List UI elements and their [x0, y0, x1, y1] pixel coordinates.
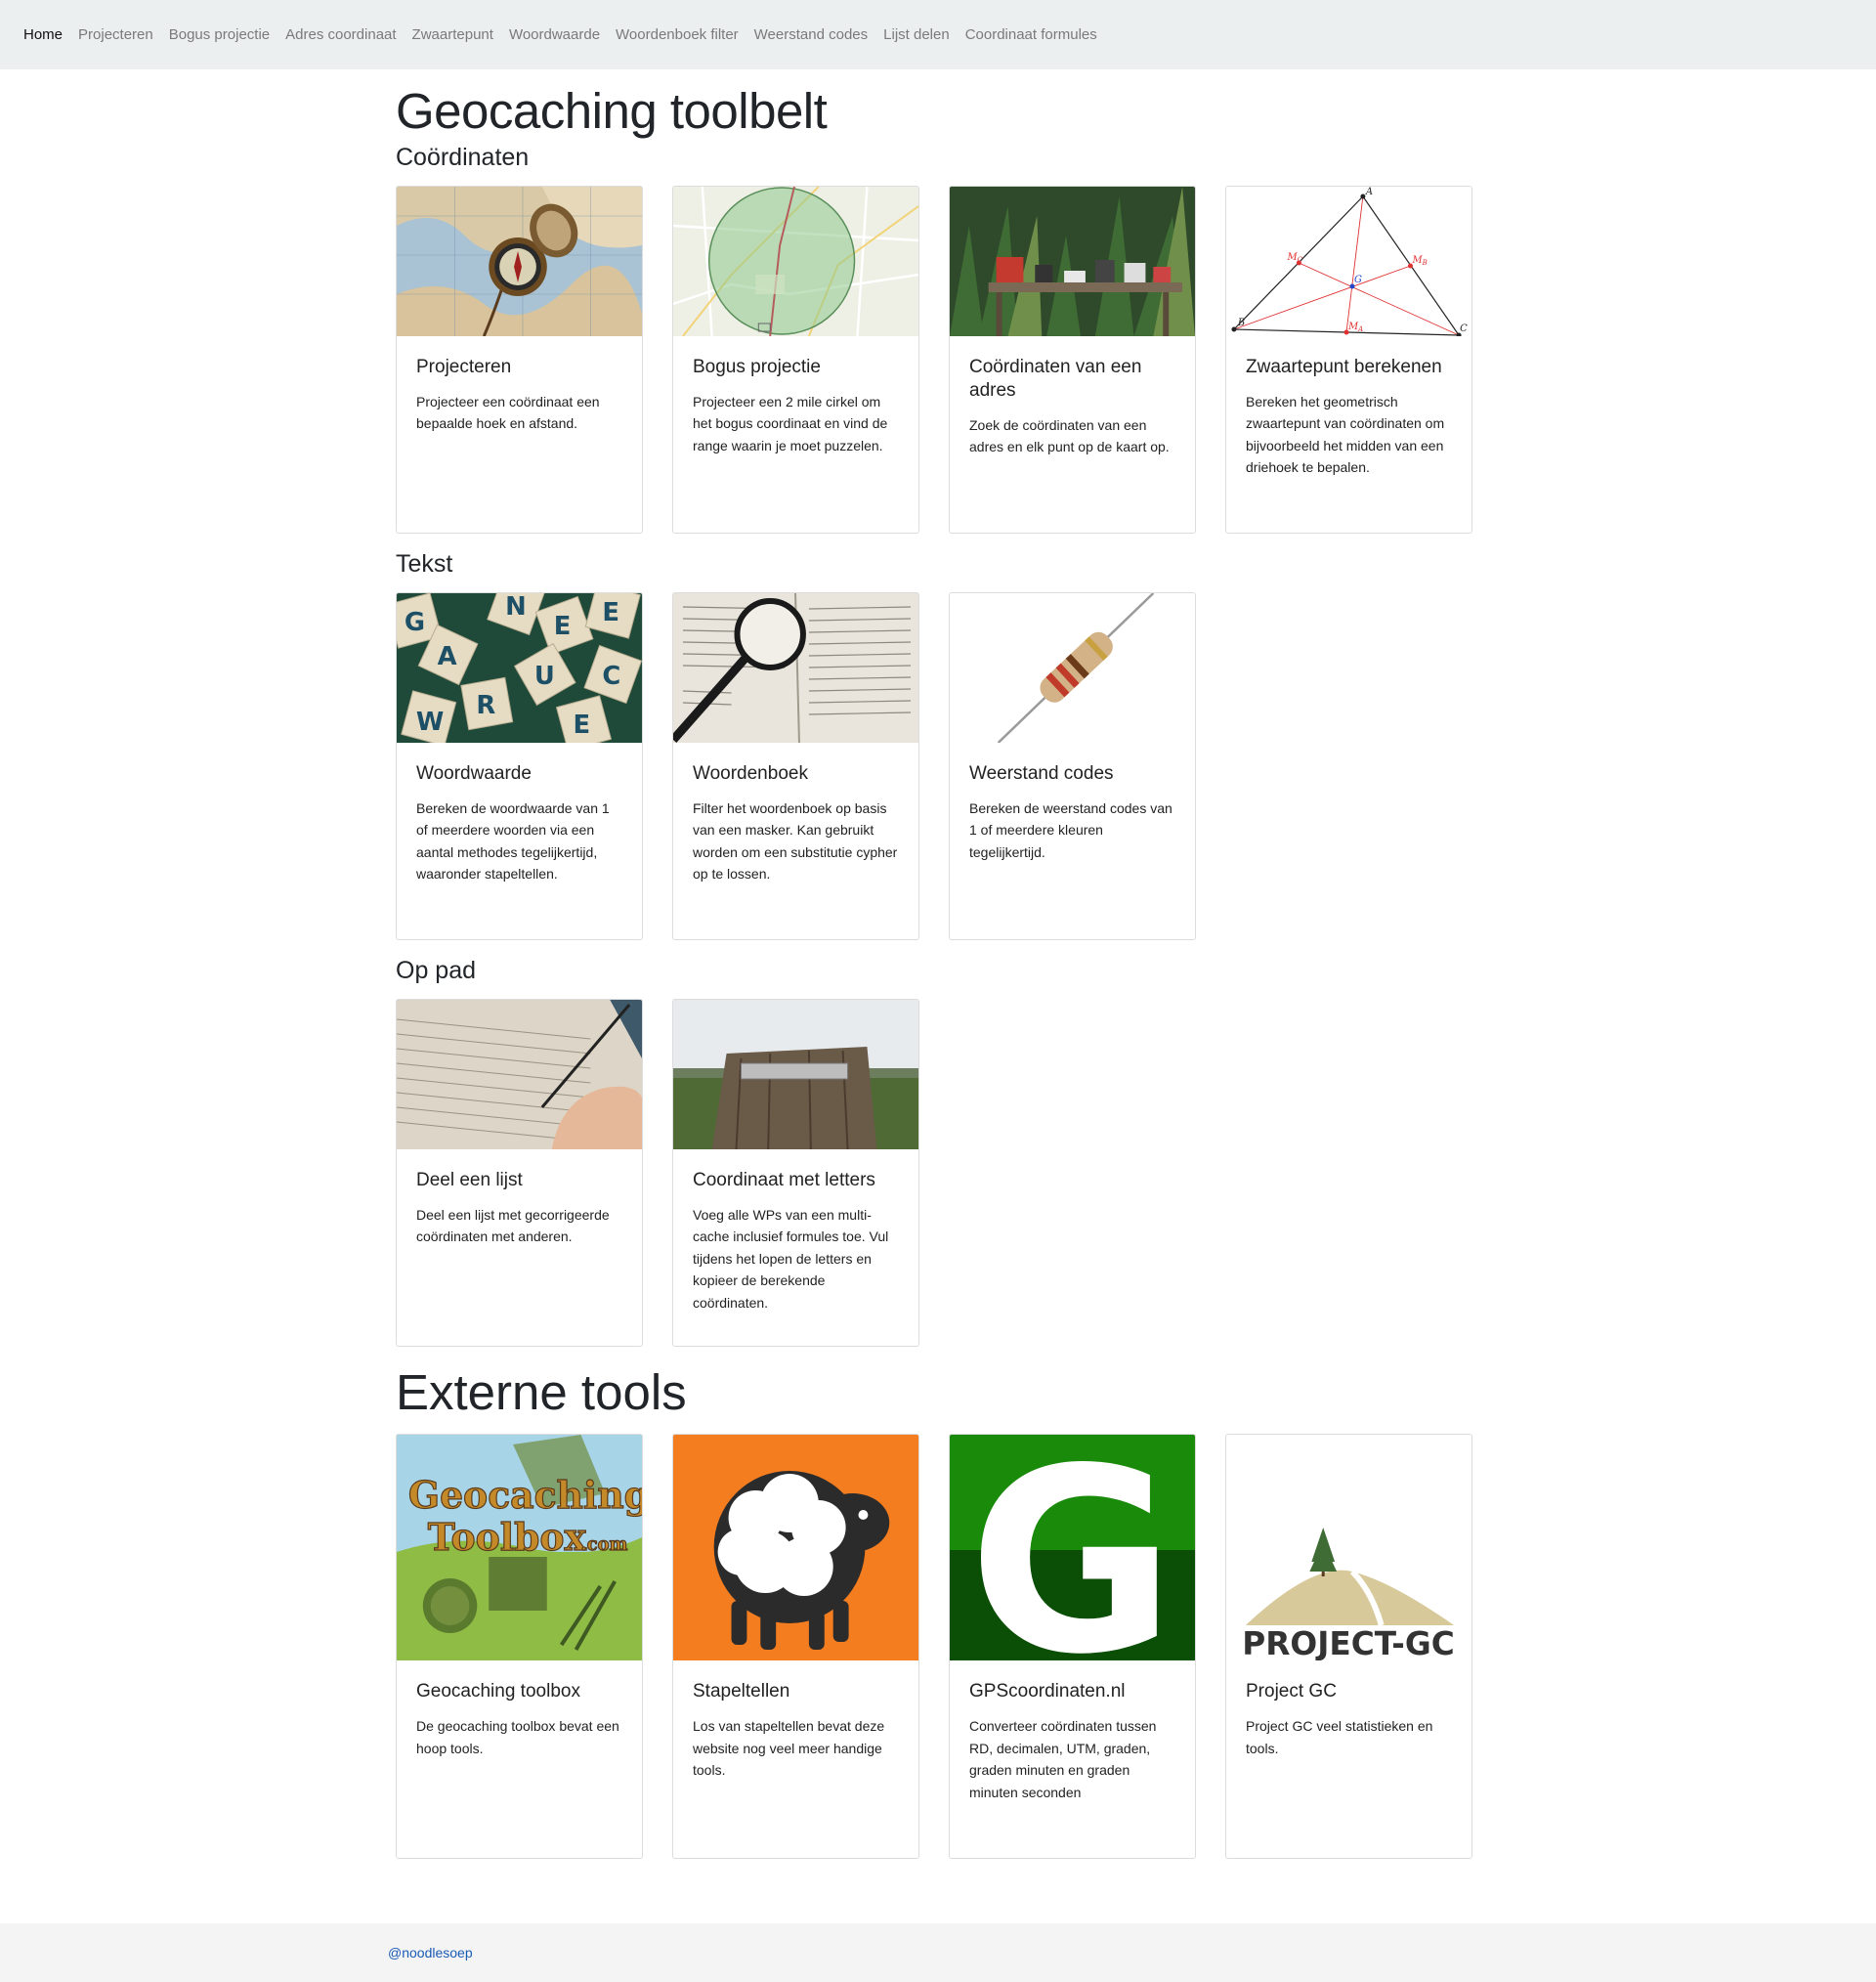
tile-letter: R [476, 691, 495, 720]
logo-text-toolbox: Toolbox [428, 1515, 587, 1559]
card-text: Bereken het geometrisch zwaartepunt van … [1246, 393, 1445, 476]
on-the-road-card-grid: Deel een lijst Deel een lijst met gecorr… [396, 999, 1480, 1348]
card-text: Bereken de woordwaarde van 1 of meerdere… [416, 799, 610, 883]
footer: @noodlesoep [0, 1923, 1876, 1982]
vertex-label-a: A [1365, 187, 1373, 197]
card-projecteren[interactable]: Projecteren Projecteer een coördinaat ee… [396, 186, 643, 535]
card-title: Geocaching toolbox [416, 1681, 580, 1702]
triangle-centroid-image: A B C G MA MB MC [1226, 187, 1471, 337]
nav-adres-coordinaat[interactable]: Adres coordinaat [285, 26, 396, 43]
card-text: Projecteer een 2 mile cirkel om het bogu… [693, 393, 888, 453]
geocaching-toolbox-logo: Geocaching Toolbox .com [397, 1435, 642, 1661]
card-title: Woordenboek [693, 763, 808, 785]
nav-weerstand-codes[interactable]: Weerstand codes [754, 26, 868, 43]
card-title: Project GC [1246, 1681, 1337, 1702]
card-text: Voeg alle WPs van een multi-cache inclus… [693, 1206, 889, 1311]
g-logo-letter: G [968, 1435, 1175, 1660]
nav-woordwaarde[interactable]: Woordwaarde [509, 26, 600, 43]
card-stapeltellen[interactable]: Stapeltellen Los van stapeltellen bevat … [672, 1434, 919, 1860]
card-title: GPScoordinaten.nl [969, 1681, 1126, 1702]
card-bogus-projectie[interactable]: Bogus projectie Projecteer een 2 mile ci… [672, 186, 919, 535]
card-text: Project GC veel statistieken en tools. [1246, 1718, 1433, 1756]
top-navbar: Home Projecteren Bogus projectie Adres c… [0, 0, 1876, 69]
tile-letter: W [416, 708, 444, 737]
nav-woordenboek-filter[interactable]: Woordenboek filter [616, 26, 739, 43]
coordinates-card-grid: Projecteren Projecteer een coördinaat ee… [396, 186, 1480, 535]
external-card-grid: Geocaching Toolbox .com Geocaching toolb… [396, 1434, 1480, 1860]
card-title: Coördinaten van een adres [969, 357, 1142, 401]
section-title-op-pad: Op pad [396, 957, 477, 985]
card-gpscoordinaten[interactable]: G GPScoordinaten.nl Converteer coördinat… [949, 1434, 1196, 1860]
tile-letter: E [554, 612, 572, 641]
card-text: Zoek de coördinaten van een adres en elk… [969, 416, 1170, 455]
logo-text-dotcom: .com [580, 1534, 627, 1555]
card-deel-een-lijst[interactable]: Deel een lijst Deel een lijst met gecorr… [396, 999, 643, 1348]
nav-projecteren[interactable]: Projecteren [78, 26, 153, 43]
card-title: Weerstand codes [969, 763, 1114, 785]
magnifier-dictionary-image [673, 593, 918, 744]
page-title: Geocaching toolbelt [396, 83, 828, 139]
card-title: Coordinaat met letters [693, 1170, 875, 1191]
mailboxes-image [950, 187, 1195, 337]
card-text: Bereken de weerstand codes van 1 of meer… [969, 799, 1172, 860]
tile-letter: U [534, 662, 555, 691]
nav-lijst-delen[interactable]: Lijst delen [883, 26, 950, 43]
g-logo: G [950, 1435, 1195, 1661]
tile-letter: E [602, 598, 619, 627]
card-text: Deel een lijst met gecorrigeerde coördin… [416, 1206, 610, 1245]
card-zwaartepunt[interactable]: A B C G MA MB MC Zwaartepunt berekenen B… [1225, 186, 1472, 535]
card-coordinaat-met-letters[interactable]: Coordinaat met letters Voeg alle WPs van… [672, 999, 919, 1348]
nav-coordinaat-formules[interactable]: Coordinaat formules [965, 26, 1097, 43]
main-content: Geocaching toolbelt Coördinaten Projecte… [396, 69, 1480, 1860]
card-text: Los van stapeltellen bevat deze website … [693, 1718, 885, 1779]
checklist-image [397, 1000, 642, 1150]
compass-map-image [397, 187, 642, 337]
footer-author-link[interactable]: @noodlesoep [388, 1945, 473, 1960]
resistor-image [950, 593, 1195, 744]
card-geocaching-toolbox[interactable]: Geocaching Toolbox .com Geocaching toolb… [396, 1434, 643, 1860]
tile-letter: G [405, 608, 425, 637]
tile-letter: E [574, 711, 591, 740]
project-gc-logo: PROJECT-GC [1226, 1435, 1471, 1661]
section-title-externe-tools: Externe tools [396, 1364, 687, 1421]
text-card-grid: G N E E A U R C W E Woordwaarde Bereken … [396, 592, 1480, 941]
nav-home[interactable]: Home [23, 26, 63, 43]
card-title: Woordwaarde [416, 763, 532, 785]
vertex-label-b: B [1237, 318, 1245, 328]
card-project-gc[interactable]: PROJECT-GC Project GC Project GC veel st… [1225, 1434, 1472, 1860]
section-title-coordinaten: Coördinaten [396, 144, 530, 172]
card-weerstand-codes[interactable]: Weerstand codes Bereken de weerstand cod… [949, 592, 1196, 941]
logo-text-geocaching: Geocaching [408, 1473, 642, 1517]
card-title: Projecteren [416, 357, 512, 378]
card-title: Zwaartepunt berekenen [1246, 357, 1442, 378]
card-title: Stapeltellen [693, 1681, 790, 1702]
letter-tiles-image: G N E E A U R C W E [397, 593, 642, 744]
card-coordinaten-adres[interactable]: Coördinaten van een adres Zoek de coördi… [949, 186, 1196, 535]
card-text: Projecteer een coördinaat een bepaalde h… [416, 393, 600, 432]
card-text: Filter het woordenboek op basis van een … [693, 799, 898, 883]
card-woordwaarde[interactable]: G N E E A U R C W E Woordwaarde Bereken … [396, 592, 643, 941]
tile-letter: C [602, 662, 620, 691]
map-circle-image [673, 187, 918, 337]
card-woordenboek[interactable]: Woordenboek Filter het woordenboek op ba… [672, 592, 919, 941]
card-text: De geocaching toolbox bevat een hoop too… [416, 1718, 619, 1756]
card-text: Converteer coördinaten tussen RD, decima… [969, 1718, 1157, 1800]
section-title-tekst: Tekst [396, 550, 453, 579]
tile-letter: A [438, 642, 457, 671]
nav-zwaartepunt[interactable]: Zwaartepunt [412, 26, 493, 43]
project-gc-logo-text: PROJECT-GC [1242, 1624, 1455, 1660]
centroid-label-g: G [1354, 275, 1362, 285]
card-title: Deel een lijst [416, 1170, 523, 1191]
tile-letter: N [505, 593, 527, 622]
vertex-label-c: C [1460, 323, 1468, 334]
waypoint-post-image [673, 1000, 918, 1150]
nav-bogus-projectie[interactable]: Bogus projectie [169, 26, 270, 43]
sheep-logo [673, 1435, 918, 1661]
card-title: Bogus projectie [693, 357, 821, 378]
